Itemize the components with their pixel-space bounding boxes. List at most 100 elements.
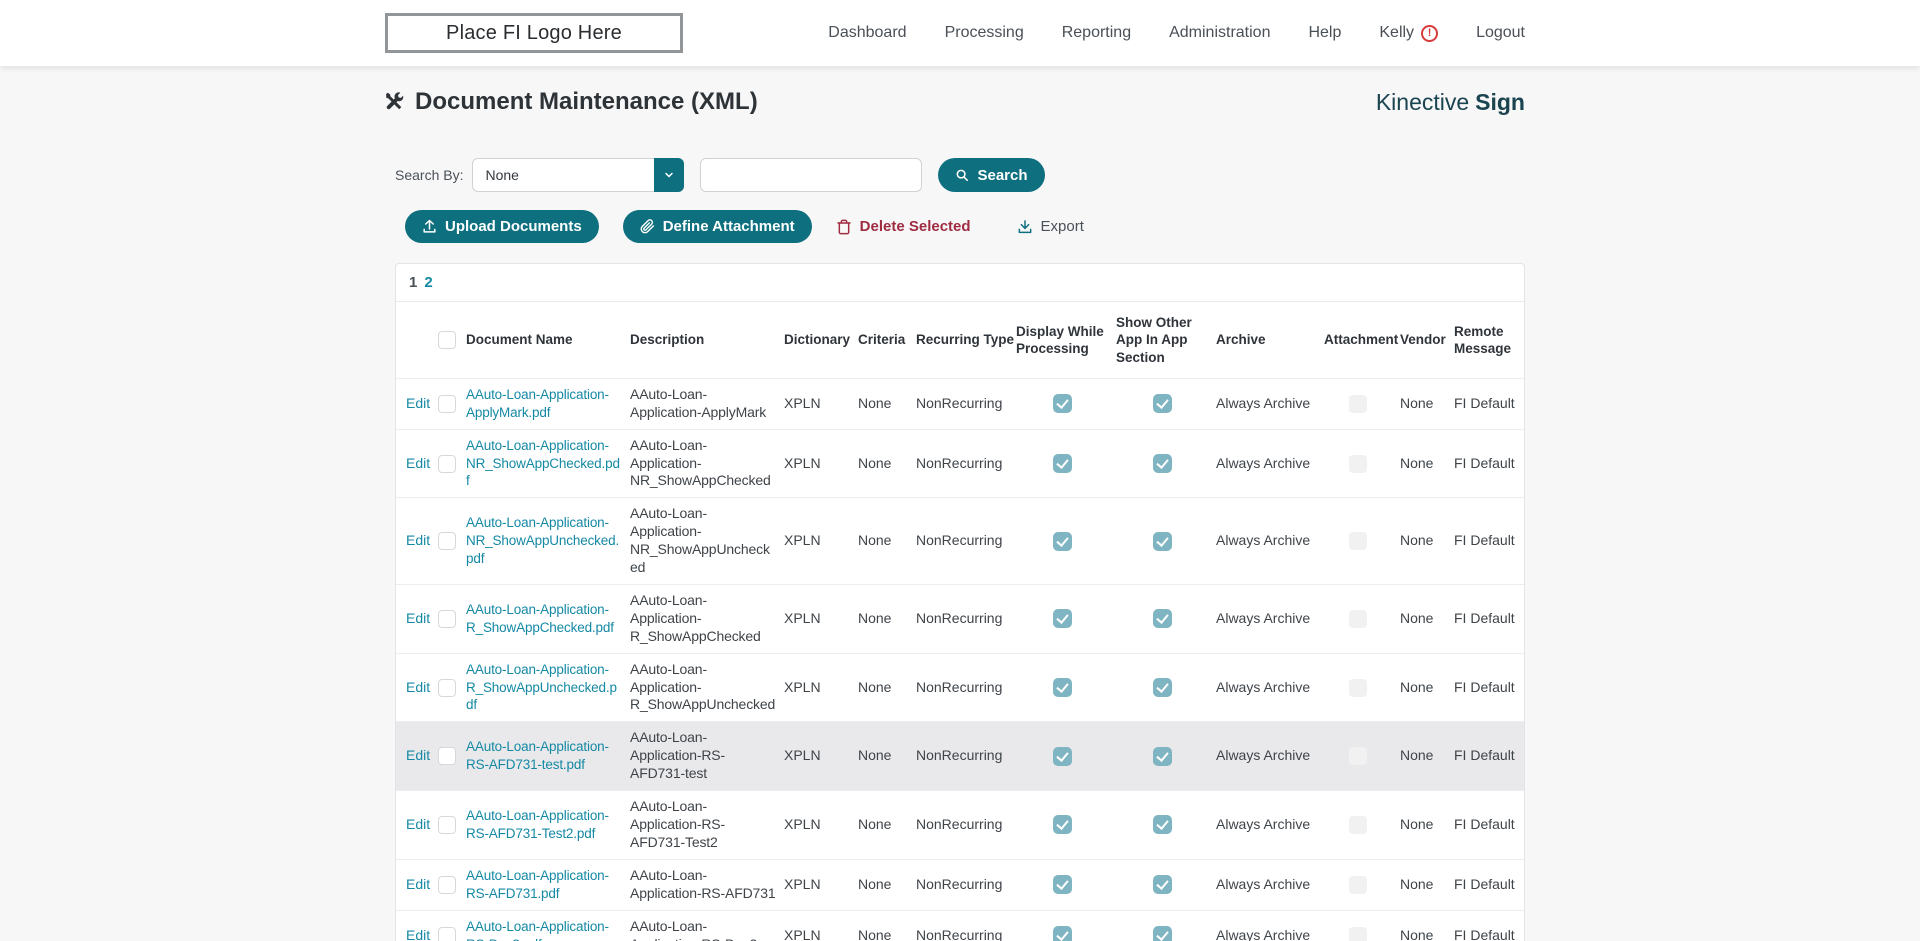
attachment-checkbox bbox=[1349, 395, 1367, 413]
document-name-link[interactable]: AAuto-Loan-Application-R_ShowAppUnchecke… bbox=[466, 662, 617, 713]
select-dropdown-button[interactable] bbox=[654, 158, 684, 192]
document-name-link[interactable]: AAuto-Loan-Application-RS-AFD731-test.pd… bbox=[466, 739, 609, 772]
recurring-type-cell: NonRecurring bbox=[916, 653, 1016, 722]
remote-message-cell: FI Default bbox=[1454, 429, 1525, 498]
dictionary-cell: XPLN bbox=[784, 584, 858, 653]
archive-cell: Always Archive bbox=[1216, 653, 1324, 722]
display-while-processing-checkbox[interactable] bbox=[1053, 454, 1072, 473]
display-while-processing-checkbox[interactable] bbox=[1053, 532, 1072, 551]
edit-link[interactable]: Edit bbox=[406, 395, 430, 411]
define-attachment-button[interactable]: Define Attachment bbox=[623, 210, 812, 243]
document-name-link[interactable]: AAuto-Loan-Application-NR_ShowAppChecked… bbox=[466, 438, 620, 489]
show-other-app-checkbox[interactable] bbox=[1153, 609, 1172, 628]
table-row: Edit AAuto-Loan-Application-R_ShowAppUnc… bbox=[396, 653, 1525, 722]
archive-cell: Always Archive bbox=[1216, 584, 1324, 653]
document-name-link[interactable]: AAuto-Loan-Application-ApplyMark.pdf bbox=[466, 387, 609, 420]
archive-cell: Always Archive bbox=[1216, 722, 1324, 791]
display-while-processing-checkbox[interactable] bbox=[1053, 815, 1072, 834]
export-label: Export bbox=[1041, 218, 1084, 235]
nav-item-help[interactable]: Help bbox=[1308, 24, 1341, 42]
remote-message-cell: FI Default bbox=[1454, 378, 1525, 429]
document-name-link[interactable]: AAuto-Loan-Application-R_ShowAppChecked.… bbox=[466, 602, 614, 635]
chevron-down-icon bbox=[663, 169, 675, 181]
document-name-link[interactable]: AAuto-Loan-Application-RS-AFD731.pdf bbox=[466, 868, 609, 901]
delete-selected-button[interactable]: Delete Selected bbox=[836, 218, 971, 235]
attachment-checkbox bbox=[1349, 876, 1367, 894]
search-icon bbox=[955, 168, 969, 182]
show-other-app-checkbox[interactable] bbox=[1153, 454, 1172, 473]
criteria-cell: None bbox=[858, 859, 916, 910]
user-name-label: Kelly bbox=[1379, 24, 1414, 42]
criteria-cell: None bbox=[858, 498, 916, 585]
document-name-link[interactable]: AAuto-Loan-Application-NR_ShowAppUncheck… bbox=[466, 515, 619, 566]
edit-link[interactable]: Edit bbox=[406, 816, 430, 832]
show-other-app-checkbox[interactable] bbox=[1153, 926, 1172, 941]
display-while-processing-checkbox[interactable] bbox=[1053, 609, 1072, 628]
pagination: 1 2 bbox=[396, 264, 1524, 302]
brand-name: Kinective bbox=[1376, 89, 1469, 115]
document-name-link[interactable]: AAuto-Loan-Application-RS-Doc2.pdf bbox=[466, 919, 609, 941]
fi-logo-placeholder: Place FI Logo Here bbox=[385, 13, 683, 53]
row-select-checkbox[interactable] bbox=[438, 816, 456, 834]
edit-link[interactable]: Edit bbox=[406, 876, 430, 892]
page-link-2[interactable]: 2 bbox=[424, 274, 432, 291]
row-select-checkbox[interactable] bbox=[438, 532, 456, 550]
search-button[interactable]: Search bbox=[938, 158, 1044, 192]
search-by-select[interactable]: None bbox=[472, 158, 684, 192]
nav-item-user-kelly[interactable]: Kelly bbox=[1379, 24, 1438, 42]
row-select-checkbox[interactable] bbox=[438, 395, 456, 413]
display-while-processing-checkbox[interactable] bbox=[1053, 394, 1072, 413]
show-other-app-checkbox[interactable] bbox=[1153, 678, 1172, 697]
display-while-processing-checkbox[interactable] bbox=[1053, 926, 1072, 941]
vendor-cell: None bbox=[1400, 859, 1454, 910]
row-select-checkbox[interactable] bbox=[438, 679, 456, 697]
show-other-app-checkbox[interactable] bbox=[1153, 532, 1172, 551]
edit-link[interactable]: Edit bbox=[406, 455, 430, 471]
table-row: Edit AAuto-Loan-Application-RS-AFD731-Te… bbox=[396, 791, 1525, 860]
show-other-app-checkbox[interactable] bbox=[1153, 875, 1172, 894]
trash-icon bbox=[836, 219, 852, 235]
edit-link[interactable]: Edit bbox=[406, 532, 430, 548]
nav-item-reporting[interactable]: Reporting bbox=[1062, 24, 1131, 42]
nav-item-administration[interactable]: Administration bbox=[1169, 24, 1270, 42]
recurring-type-cell: NonRecurring bbox=[916, 498, 1016, 585]
display-while-processing-checkbox[interactable] bbox=[1053, 875, 1072, 894]
attachment-checkbox bbox=[1349, 532, 1367, 550]
row-select-checkbox[interactable] bbox=[438, 455, 456, 473]
table-header-row: Document Name Description Dictionary Cri… bbox=[396, 302, 1525, 378]
row-select-checkbox[interactable] bbox=[438, 927, 456, 941]
attachment-checkbox bbox=[1349, 927, 1367, 941]
nav-item-logout[interactable]: Logout bbox=[1476, 24, 1525, 42]
col-header-dictionary: Dictionary bbox=[784, 302, 858, 378]
edit-link[interactable]: Edit bbox=[406, 927, 430, 941]
document-name-link[interactable]: AAuto-Loan-Application-RS-AFD731-Test2.p… bbox=[466, 808, 609, 841]
display-while-processing-checkbox[interactable] bbox=[1053, 747, 1072, 766]
edit-link[interactable]: Edit bbox=[406, 610, 430, 626]
row-select-checkbox[interactable] bbox=[438, 747, 456, 765]
upload-documents-label: Upload Documents bbox=[445, 218, 582, 235]
search-by-selected-value: None bbox=[485, 167, 518, 183]
nav-item-processing[interactable]: Processing bbox=[945, 24, 1024, 42]
criteria-cell: None bbox=[858, 722, 916, 791]
page-title: Document Maintenance (XML) bbox=[383, 88, 758, 116]
attachment-checkbox bbox=[1349, 455, 1367, 473]
edit-link[interactable]: Edit bbox=[406, 679, 430, 695]
show-other-app-checkbox[interactable] bbox=[1153, 747, 1172, 766]
archive-cell: Always Archive bbox=[1216, 791, 1324, 860]
display-while-processing-checkbox[interactable] bbox=[1053, 678, 1072, 697]
page-link-1[interactable]: 1 bbox=[409, 274, 417, 291]
nav-item-dashboard[interactable]: Dashboard bbox=[828, 24, 906, 42]
search-button-label: Search bbox=[977, 167, 1027, 184]
row-select-checkbox[interactable] bbox=[438, 876, 456, 894]
table-row: Edit AAuto-Loan-Application-RS-AFD731.pd… bbox=[396, 859, 1525, 910]
show-other-app-checkbox[interactable] bbox=[1153, 815, 1172, 834]
export-button[interactable]: Export bbox=[1017, 218, 1084, 235]
row-select-checkbox[interactable] bbox=[438, 610, 456, 628]
upload-documents-button[interactable]: Upload Documents bbox=[405, 210, 599, 243]
select-all-checkbox[interactable] bbox=[438, 331, 456, 349]
col-header-document-name: Document Name bbox=[466, 302, 630, 378]
show-other-app-checkbox[interactable] bbox=[1153, 394, 1172, 413]
criteria-cell: None bbox=[858, 378, 916, 429]
edit-link[interactable]: Edit bbox=[406, 747, 430, 763]
search-input[interactable] bbox=[700, 158, 922, 192]
